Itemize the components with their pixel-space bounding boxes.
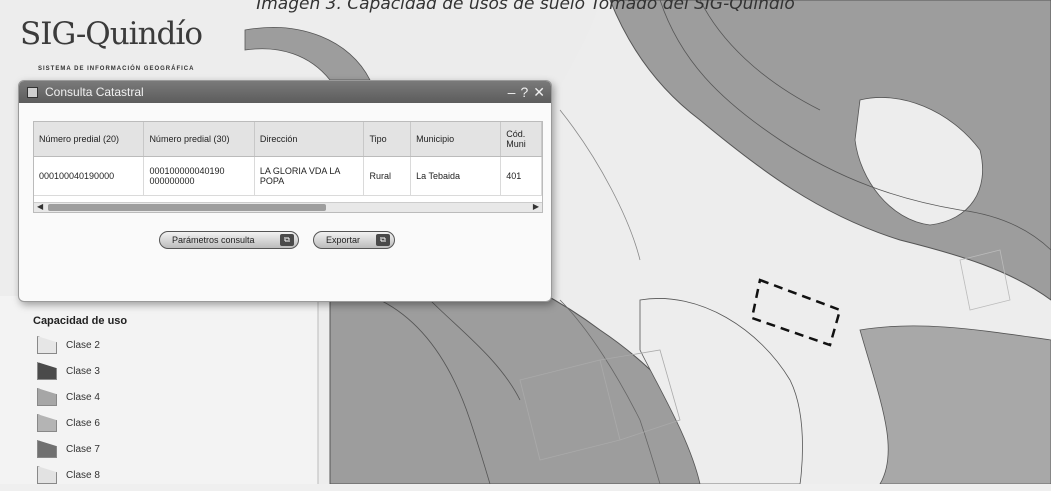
legend-label: Clase 6 bbox=[66, 417, 100, 429]
legend-item[interactable]: Clase 7 bbox=[37, 439, 127, 459]
legend-item[interactable]: Clase 3 bbox=[37, 361, 127, 381]
results-grid: Número predial (20) Número predial (30) … bbox=[33, 121, 543, 213]
column-header[interactable]: Cód. Muni bbox=[500, 122, 542, 157]
window-icon: ⧉ bbox=[376, 234, 390, 246]
legend-item[interactable]: Clase 4 bbox=[37, 387, 127, 407]
scroll-right-icon[interactable]: ▶ bbox=[533, 202, 539, 211]
exportar-button[interactable]: Exportar ⧉ bbox=[313, 231, 395, 249]
figure-caption: Imagen 3. Capacidad de usos de suelo Tom… bbox=[256, 0, 795, 14]
consulta-catastral-dialog: Consulta Catastral – ? ✕ Número predial … bbox=[18, 80, 552, 302]
close-button[interactable]: ✕ bbox=[533, 84, 545, 101]
logo-title: SIG-Quindío bbox=[20, 16, 203, 52]
legend-swatch bbox=[37, 362, 57, 380]
column-header[interactable]: Dirección bbox=[254, 122, 365, 157]
button-label: Parámetros consulta bbox=[172, 235, 255, 245]
legend-label: Clase 2 bbox=[66, 339, 100, 351]
table-cell: La Tebaida bbox=[410, 156, 502, 196]
table-cell: LA GLORIA VDA LA POPA bbox=[254, 156, 365, 196]
results-table: Número predial (20) Número predial (30) … bbox=[34, 122, 542, 196]
legend-label: Clase 8 bbox=[66, 469, 100, 481]
column-header[interactable]: Municipio bbox=[410, 122, 502, 157]
column-header[interactable]: Número predial (20) bbox=[34, 122, 145, 157]
horizontal-scrollbar[interactable]: ◀ ▶ bbox=[34, 202, 542, 212]
legend-item[interactable]: Clase 2 bbox=[37, 335, 127, 355]
legend-label: Clase 7 bbox=[66, 443, 100, 455]
help-button[interactable]: ? bbox=[520, 84, 528, 101]
table-cell: Rural bbox=[363, 156, 412, 196]
table-cell: 000100000040190 000000000 bbox=[143, 156, 255, 196]
window-icon: ⧉ bbox=[280, 234, 294, 246]
legend-swatch bbox=[37, 414, 57, 432]
legend-title: Capacidad de uso bbox=[33, 315, 128, 327]
table-cell: 000100040190000 bbox=[34, 156, 145, 196]
scrollbar-thumb[interactable] bbox=[48, 204, 326, 211]
table-cell: 401 bbox=[500, 156, 542, 196]
window-icon bbox=[27, 86, 38, 98]
legend-panel: Capacidad de uso Clase 2 Clase 3 Clase 4 Cl… bbox=[33, 315, 127, 491]
legend-swatch bbox=[37, 336, 57, 354]
legend-swatch bbox=[37, 388, 57, 406]
dialog-title: Consulta Catastral bbox=[45, 85, 144, 99]
legend-item[interactable]: Clase 6 bbox=[37, 413, 127, 433]
column-header[interactable]: Número predial (30) bbox=[143, 122, 255, 157]
minimize-button[interactable]: – bbox=[508, 84, 516, 101]
sig-quindio-logo: SIG-Quindío SISTEMA DE INFORMACIÓN GEOGR… bbox=[20, 16, 260, 78]
column-header[interactable]: Tipo bbox=[363, 122, 412, 157]
dialog-titlebar[interactable]: Consulta Catastral – ? ✕ bbox=[19, 81, 551, 103]
table-header-row: Número predial (20) Número predial (30) … bbox=[34, 122, 542, 157]
table-row[interactable]: 000100040190000 000100000040190 00000000… bbox=[34, 156, 542, 196]
legend-swatch bbox=[37, 440, 57, 458]
legend-label: Clase 4 bbox=[66, 391, 100, 403]
logo-subtitle: SISTEMA DE INFORMACIÓN GEOGRÁFICA bbox=[38, 66, 195, 72]
legend-label: Clase 3 bbox=[66, 365, 100, 377]
legend-swatch bbox=[37, 466, 57, 484]
button-label: Exportar bbox=[326, 235, 361, 245]
scroll-left-icon[interactable]: ◀ bbox=[37, 202, 43, 211]
legend-item[interactable]: Clase 8 bbox=[37, 465, 127, 485]
parametros-consulta-button[interactable]: Parámetros consulta ⧉ bbox=[159, 231, 299, 249]
